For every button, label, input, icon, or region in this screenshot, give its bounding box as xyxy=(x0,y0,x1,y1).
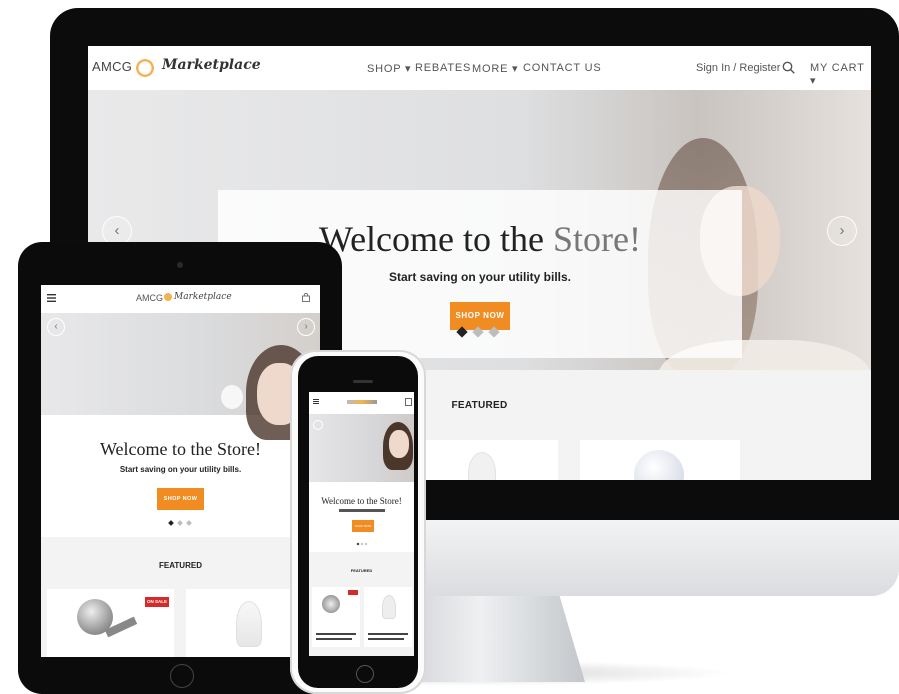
my-cart-menu[interactable]: MY CART ▾ xyxy=(810,62,871,87)
chevron-left-icon[interactable]: ‹ xyxy=(47,318,65,336)
sign-in-register-link[interactable]: Sign In / Register xyxy=(696,62,780,74)
product-card[interactable] xyxy=(418,440,558,480)
tablet-photo-bulb xyxy=(221,385,243,409)
on-sale-badge xyxy=(348,590,358,595)
shower-head-image xyxy=(322,595,340,613)
product-price xyxy=(316,638,352,640)
phone-logo[interactable] xyxy=(347,400,377,404)
bulb-image xyxy=(468,452,496,480)
carousel-dot-1[interactable] xyxy=(356,542,360,546)
product-name xyxy=(316,633,356,635)
carousel-dot-3[interactable] xyxy=(488,326,500,338)
nav-shop[interactable]: SHOP ▾ xyxy=(367,62,411,75)
shop-now-button[interactable]: SHOP NOW xyxy=(450,302,510,330)
phone-home-button[interactable] xyxy=(356,665,374,683)
globe-bulb-image xyxy=(634,450,684,480)
carousel-dot-3[interactable] xyxy=(364,542,368,546)
carousel-dot-2[interactable] xyxy=(177,520,183,526)
shopping-bag-icon[interactable] xyxy=(405,398,412,406)
desktop-navbar: AMCG Marketplace SHOP ▾ REBATES MORE ▾ C… xyxy=(88,46,871,90)
tablet-hero: ‹ › xyxy=(41,313,320,440)
product-card[interactable] xyxy=(312,587,360,647)
tablet-carousel-indicators xyxy=(168,520,192,526)
tablet-logo-script[interactable]: Marketplace xyxy=(174,292,232,302)
phone-hero xyxy=(309,414,414,482)
sun-logo-icon xyxy=(164,293,172,301)
hamburger-menu-icon[interactable] xyxy=(47,294,56,302)
nav-more[interactable]: MORE ▾ xyxy=(472,62,518,75)
phone-screen: Welcome to the Store! SHOP NOW FEATURED xyxy=(309,392,414,656)
tablet-logo-prefix[interactable]: AMCG xyxy=(136,293,163,303)
tablet-featured-heading: FEATURED xyxy=(159,561,202,570)
on-sale-badge: ON SALE xyxy=(145,597,169,607)
product-name xyxy=(368,633,408,635)
phone-shop-now-button[interactable]: SHOP NOW xyxy=(352,520,374,532)
logo-prefix[interactable]: AMCG xyxy=(92,59,132,74)
phone-carousel-indicators xyxy=(356,542,368,546)
carousel-dot-2[interactable] xyxy=(472,326,484,338)
bulb-image xyxy=(382,595,396,619)
product-card[interactable] xyxy=(580,440,740,480)
phone-speaker xyxy=(353,380,373,383)
tablet-hero-subtitle: Start saving on your utility bills. xyxy=(119,465,242,474)
shopping-bag-icon[interactable] xyxy=(302,293,310,302)
tablet-camera xyxy=(177,262,183,268)
hero-title-main: Welcome to the xyxy=(318,219,554,259)
carousel-dot-1[interactable] xyxy=(168,520,174,526)
phone-hero-title: Welcome to the Store! xyxy=(321,496,402,506)
nav-rebates[interactable]: REBATES xyxy=(415,62,471,74)
chevron-left-icon[interactable] xyxy=(313,420,323,430)
search-icon[interactable] xyxy=(782,61,795,74)
tablet-shop-now-button[interactable]: SHOP NOW xyxy=(157,488,204,510)
bulb-image xyxy=(236,601,262,647)
phone-featured-heading: FEATURED xyxy=(350,568,373,573)
sun-logo-icon xyxy=(132,55,158,81)
product-price xyxy=(368,638,404,640)
carousel-dot-3[interactable] xyxy=(186,520,192,526)
tablet-home-button[interactable] xyxy=(170,664,194,688)
phone-photo-face xyxy=(389,430,409,458)
logo-script[interactable]: Marketplace xyxy=(162,57,261,73)
hamburger-menu-icon[interactable] xyxy=(313,399,319,404)
carousel-next-button[interactable]: › xyxy=(827,216,857,246)
phone-hero-subtitle xyxy=(339,509,385,512)
tablet-hero-title: Welcome to the Store! xyxy=(100,439,261,459)
phone-navbar xyxy=(309,392,414,412)
chevron-right-icon[interactable]: › xyxy=(297,318,315,336)
apple-logo-icon xyxy=(462,532,494,568)
carousel-indicators xyxy=(456,326,500,338)
carousel-dot-1[interactable] xyxy=(456,326,468,338)
product-card[interactable] xyxy=(364,587,412,647)
tablet-screen: AMCG Marketplace ‹ › Welcome to the Stor… xyxy=(41,285,320,657)
tablet-navbar: AMCG Marketplace xyxy=(41,285,320,313)
carousel-dot-2[interactable] xyxy=(360,542,364,546)
hero-title-accent: Store! xyxy=(553,219,641,259)
nav-contact-us[interactable]: CONTACT US xyxy=(523,62,602,74)
